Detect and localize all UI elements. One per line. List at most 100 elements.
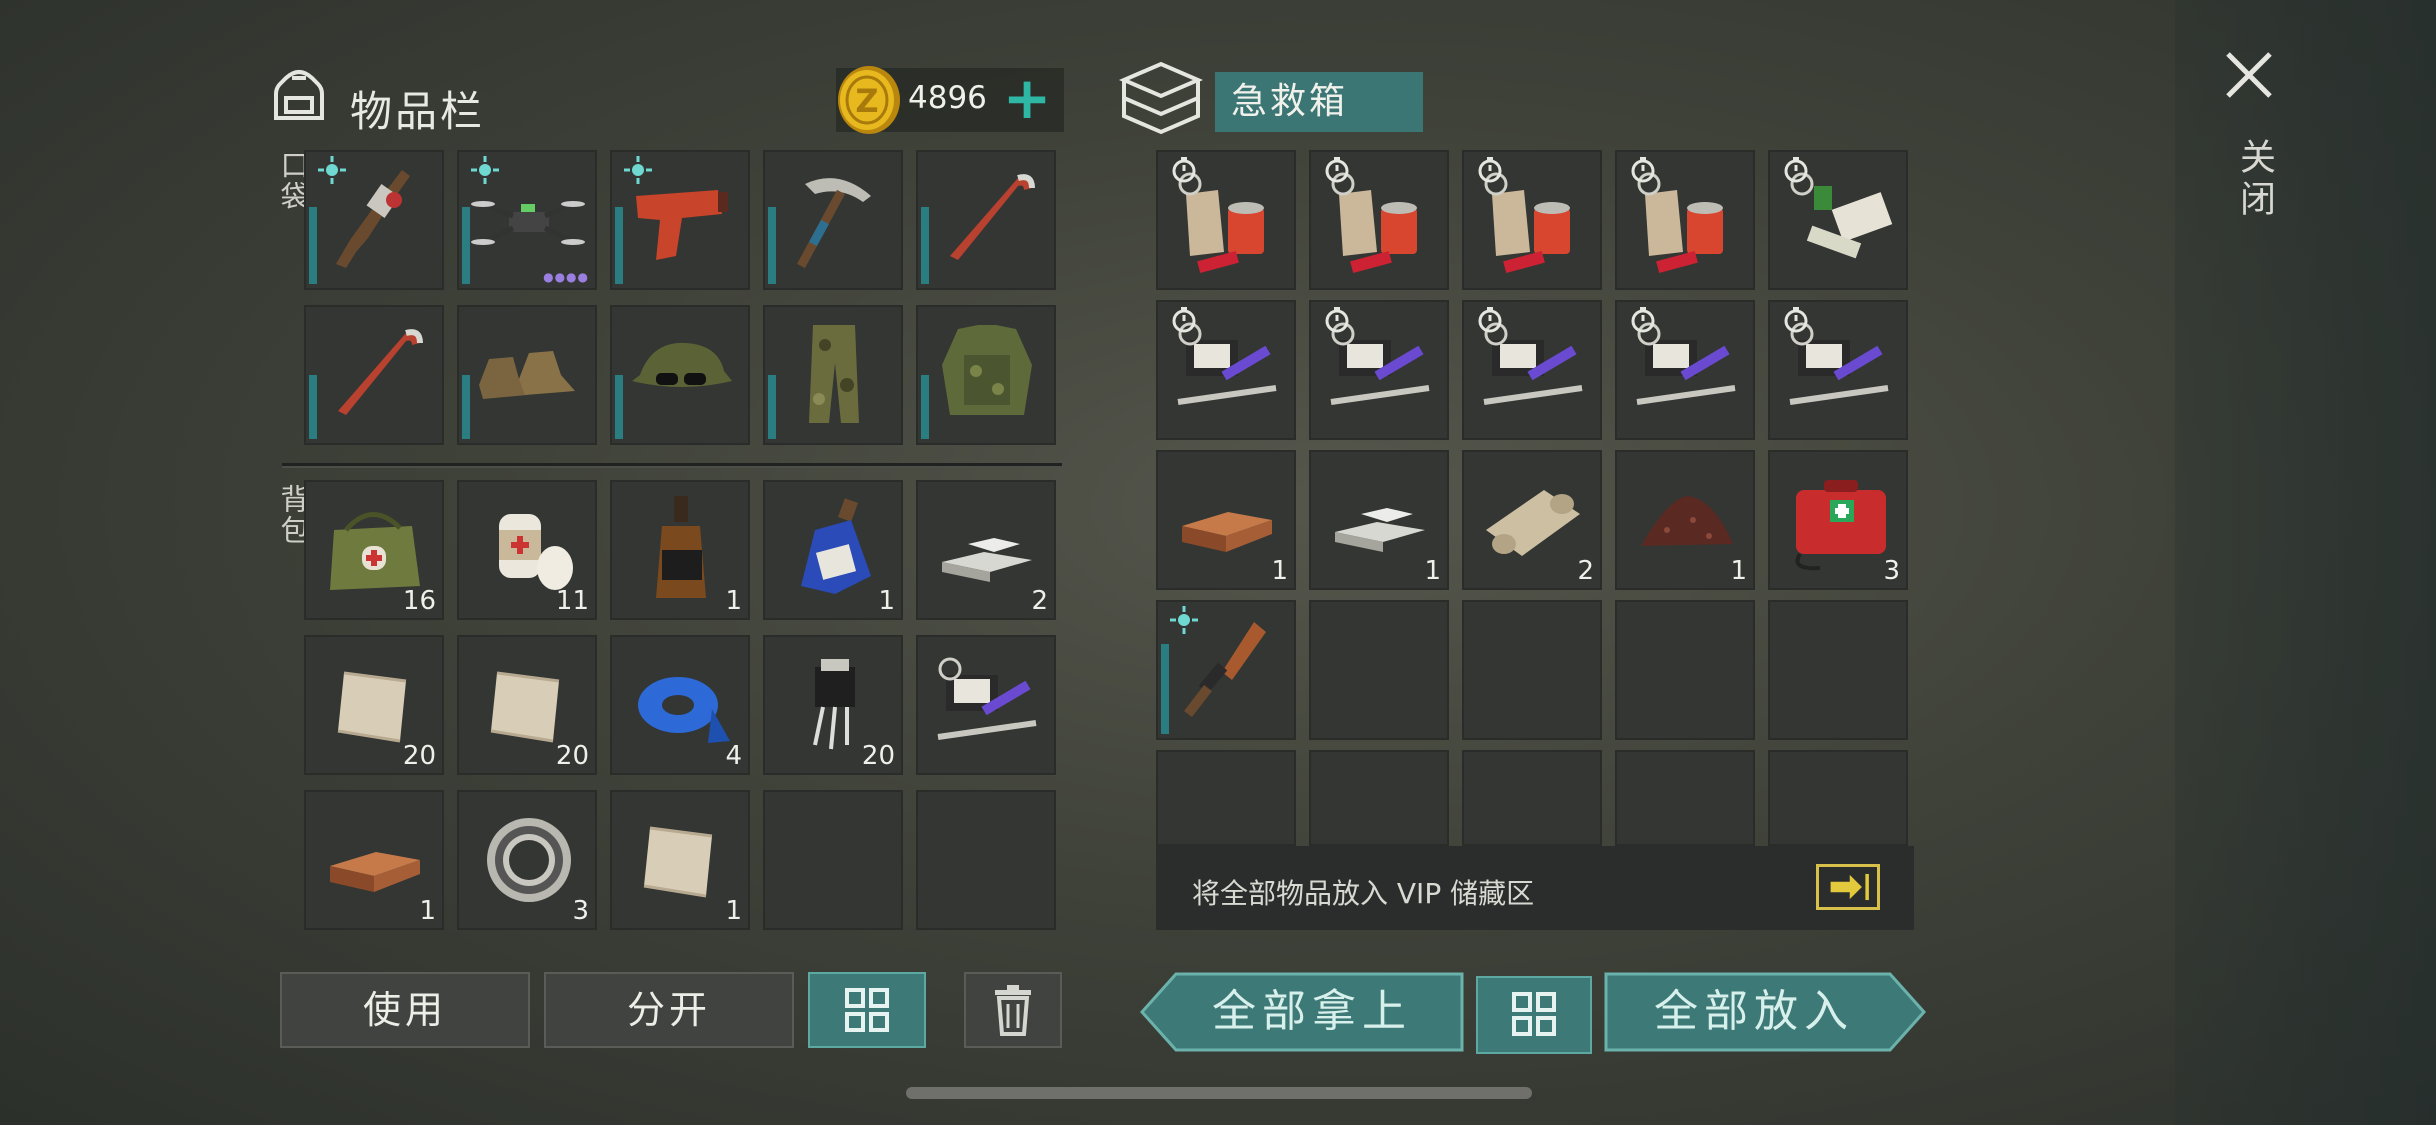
empty-slot[interactable]	[1156, 750, 1296, 846]
item-slot[interactable]	[1156, 300, 1296, 440]
empty-slot[interactable]	[1768, 750, 1908, 846]
coin-icon: Z	[838, 66, 900, 134]
use-button[interactable]: 使用	[280, 972, 530, 1048]
grid-sort-icon	[845, 988, 889, 1032]
empty-slot[interactable]	[916, 790, 1056, 930]
empty-slot[interactable]	[1309, 750, 1449, 846]
item-slot[interactable]	[304, 305, 444, 445]
item-slot[interactable]: 1	[1309, 450, 1449, 590]
item-slot[interactable]: 3	[1768, 450, 1908, 590]
empty-slot[interactable]	[1615, 600, 1755, 740]
item-slot[interactable]: 20	[457, 635, 597, 775]
item-slot[interactable]: 1	[1615, 450, 1755, 590]
item-slot[interactable]: 3	[457, 790, 597, 930]
item-count: 20	[555, 741, 589, 771]
timer-icon	[1476, 156, 1504, 184]
empty-slot[interactable]	[1309, 600, 1449, 740]
container-title: 急救箱	[1215, 72, 1423, 132]
item-slot[interactable]	[1156, 150, 1296, 290]
put-all-button[interactable]: 全部放入	[1604, 972, 1904, 1052]
empty-slot[interactable]	[763, 790, 903, 930]
right-panel-strip	[2175, 0, 2436, 1125]
item-slot[interactable]	[1156, 600, 1296, 740]
item-count: 3	[572, 896, 589, 926]
crowbar-icon	[316, 315, 434, 433]
backpack-icon	[274, 70, 324, 120]
special-mark-icon	[318, 156, 346, 184]
item-slot[interactable]	[610, 305, 750, 445]
timer-icon	[1629, 306, 1657, 334]
item-slot[interactable]	[1309, 300, 1449, 440]
item-slot[interactable]: 2	[1462, 450, 1602, 590]
item-slot[interactable]: 1	[610, 480, 750, 620]
item-count: 1	[419, 896, 436, 926]
iron-ingot-icon	[1321, 460, 1439, 578]
item-slot[interactable]: 1	[1156, 450, 1296, 590]
item-slot[interactable]: 11	[457, 480, 597, 620]
item-slot[interactable]: 1	[763, 480, 903, 620]
item-slot[interactable]: 20	[763, 635, 903, 775]
item-slot[interactable]	[916, 305, 1056, 445]
item-slot[interactable]: 16	[304, 480, 444, 620]
timer-icon	[1323, 306, 1351, 334]
copper-ingot-icon	[316, 800, 434, 918]
item-slot[interactable]	[916, 150, 1056, 290]
item-slot[interactable]	[304, 150, 444, 290]
svg-text:Z: Z	[855, 82, 878, 120]
item-slot[interactable]	[763, 305, 903, 445]
item-slot[interactable]	[1309, 150, 1449, 290]
item-slot[interactable]	[1462, 150, 1602, 290]
home-indicator[interactable]	[906, 1087, 1532, 1099]
copper-ingot-icon	[1168, 460, 1286, 578]
cloth-scrap-icon	[622, 800, 740, 918]
timer-icon	[1323, 156, 1351, 184]
item-slot[interactable]	[763, 150, 903, 290]
item-count: 1	[1424, 556, 1441, 586]
item-slot[interactable]: 20	[304, 635, 444, 775]
item-slot[interactable]	[457, 305, 597, 445]
body-armor-icon	[928, 315, 1046, 433]
empty-slot[interactable]	[1615, 750, 1755, 846]
split-button[interactable]: 分开	[544, 972, 794, 1048]
item-slot[interactable]	[1462, 300, 1602, 440]
add-coins-button[interactable]: +	[1002, 69, 1052, 128]
whiskey-bottle-icon	[622, 490, 740, 608]
special-mark-icon	[1170, 606, 1198, 634]
close-label[interactable]: 关闭	[2228, 138, 2280, 222]
container-sort-button[interactable]	[1476, 976, 1592, 1054]
camo-pants-icon	[775, 315, 893, 433]
cloth-roll-icon	[1474, 460, 1592, 578]
item-slot[interactable]	[1615, 150, 1755, 290]
item-slot[interactable]	[1768, 300, 1908, 440]
item-count: 2	[1577, 556, 1594, 586]
sort-button[interactable]	[808, 972, 926, 1048]
inventory-title: 物品栏	[350, 87, 486, 136]
item-slot[interactable]	[916, 635, 1056, 775]
special-mark-icon	[624, 156, 652, 184]
section-divider	[282, 463, 1062, 468]
pickaxe-icon	[775, 160, 893, 278]
close-icon[interactable]	[2222, 48, 2276, 102]
item-count: 1	[878, 586, 895, 616]
item-slot[interactable]	[1615, 300, 1755, 440]
item-count: 1	[725, 896, 742, 926]
take-all-button[interactable]: 全部拿上	[1160, 972, 1464, 1052]
item-slot[interactable]: ●●●●	[457, 150, 597, 290]
toolkit-icon	[928, 645, 1046, 763]
delete-button[interactable]	[964, 972, 1062, 1048]
item-count: 3	[1883, 556, 1900, 586]
item-slot[interactable]: 1	[610, 790, 750, 930]
item-count: 20	[861, 741, 895, 771]
red-medkit-icon	[1780, 460, 1898, 578]
move-to-vip-icon[interactable]	[1816, 864, 1880, 910]
empty-slot[interactable]	[1768, 600, 1908, 740]
blue-tape-icon	[622, 645, 740, 763]
item-slot[interactable]: 1	[304, 790, 444, 930]
item-slot[interactable]: 4	[610, 635, 750, 775]
item-slot[interactable]	[1768, 150, 1908, 290]
coin-amount: 4896	[908, 80, 987, 116]
empty-slot[interactable]	[1462, 600, 1602, 740]
empty-slot[interactable]	[1462, 750, 1602, 846]
item-slot[interactable]	[610, 150, 750, 290]
item-slot[interactable]: 2	[916, 480, 1056, 620]
